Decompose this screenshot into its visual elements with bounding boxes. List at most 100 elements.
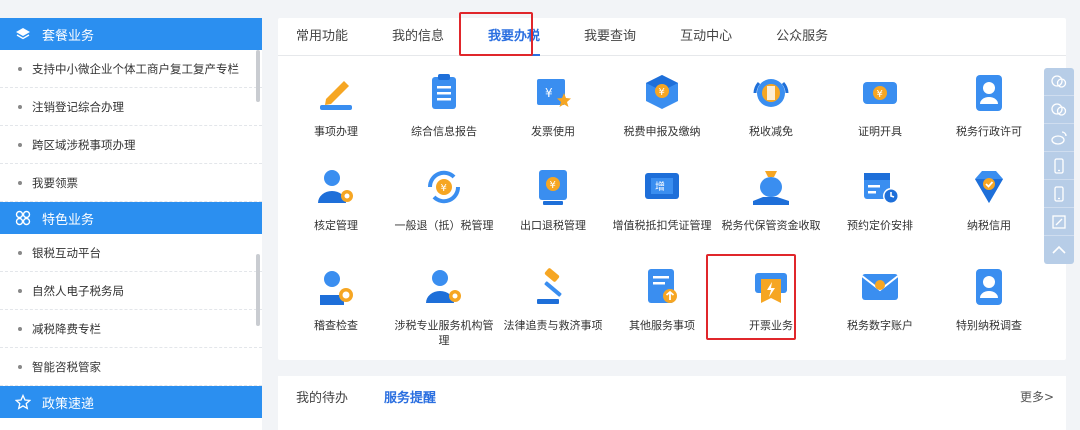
service-label: 税务数字账户 (847, 319, 913, 332)
service-item[interactable]: 税收减免 (715, 70, 827, 139)
service-item[interactable]: 预约定价安排 (824, 164, 936, 233)
box-yuan-icon: ¥ (639, 70, 685, 116)
service-item[interactable]: 核定管理 (280, 164, 392, 233)
section-title: 套餐业务 (42, 28, 95, 44)
tab-tax-handling[interactable]: 我要办税 (488, 18, 541, 56)
sidebar-item-bank-tax[interactable]: 银税互动平台 (0, 234, 262, 272)
service-item[interactable]: ¥ 出口退税管理 (497, 164, 609, 233)
section-title: 特色业务 (42, 212, 95, 228)
service-item[interactable]: ¥ 证明开具 (824, 70, 936, 139)
weibo-icon[interactable] (1044, 124, 1074, 152)
scrollbar-thumb[interactable] (256, 50, 260, 102)
service-item[interactable]: ¥ 一般退（抵）税管理 (388, 164, 500, 233)
chat-icon[interactable] (1044, 96, 1074, 124)
tab-my-info[interactable]: 我的信息 (392, 18, 444, 56)
sidebar-item-natural-person[interactable]: 自然人电子税务局 (0, 272, 262, 310)
tab-interaction[interactable]: 互动中心 (680, 18, 732, 56)
section-header-featured[interactable]: 特色业务 (0, 202, 262, 234)
service-item[interactable]: ¥ 税费申报及缴纳 (606, 70, 718, 139)
tax-relief-icon (748, 70, 794, 116)
sidebar-item-label: 自然人电子税务局 (32, 283, 124, 298)
sidebar-item-label: 注销登记综合办理 (32, 99, 124, 114)
service-label: 一般退（抵）税管理 (394, 219, 494, 232)
sidebar-item-label: 跨区域涉税事项办理 (32, 137, 136, 152)
service-label: 开票业务 (749, 319, 793, 332)
service-label: 预约定价安排 (847, 219, 913, 232)
tab-public-service[interactable]: 公众服务 (776, 18, 828, 56)
tab-common[interactable]: 常用功能 (296, 18, 348, 56)
bullet-dot (18, 364, 22, 369)
yuan-refresh-icon: ¥ (421, 164, 467, 210)
certificate-ticket-icon: ¥ (857, 70, 903, 116)
tab-service-reminder[interactable]: 服务提醒 (384, 387, 436, 406)
service-label: 税务代保管资金收取 (721, 219, 821, 232)
service-label: 特别纳税调查 (956, 319, 1022, 332)
service-item[interactable]: ¥ 发票使用 (497, 70, 609, 139)
person-search-icon (313, 264, 359, 310)
sidebar-item-get-invoice[interactable]: 我要领票 (0, 164, 262, 202)
left-sidebar: 套餐业务 支持中小微企业个体工商户复工复产专栏 注销登记综合办理 跨区域涉税事项… (0, 18, 262, 430)
sidebar-item-resume-work[interactable]: 支持中小微企业个体工商户复工复产专栏 (0, 50, 262, 88)
service-label: 税务行政许可 (956, 125, 1022, 138)
svg-text:¥: ¥ (659, 87, 665, 98)
sidebar-item-cross-region[interactable]: 跨区域涉税事项办理 (0, 126, 262, 164)
tab-my-todo[interactable]: 我的待办 (296, 387, 348, 406)
badge-person-icon (966, 264, 1012, 310)
sidebar-item-label: 支持中小微企业个体工商户复工复产专栏 (32, 61, 239, 76)
calendar-clock-icon (857, 164, 903, 210)
export-yuan-icon: ¥ (530, 164, 576, 210)
clipboard-report-icon (421, 70, 467, 116)
sidebar-item-tax-cut[interactable]: 减税降费专栏 (0, 310, 262, 348)
service-item[interactable]: 税务代保管资金收取 (715, 164, 827, 233)
edit-icon[interactable] (1044, 208, 1074, 236)
more-link[interactable]: 更多> (1020, 388, 1054, 405)
service-label: 法律追责与救济事项 (503, 319, 603, 332)
service-label: 事项办理 (314, 125, 358, 138)
section-header-package[interactable]: 套餐业务 (0, 18, 262, 50)
bullet-dot (18, 250, 22, 255)
bullet-dot (18, 326, 22, 331)
invoice-bolt-icon (748, 264, 794, 310)
grid-icon (14, 209, 32, 227)
service-label: 证明开具 (858, 125, 902, 138)
vat-ticket-icon: 增 (639, 164, 685, 210)
service-item[interactable]: 法律追责与救济事项 (497, 264, 609, 333)
gavel-icon (530, 264, 576, 310)
svg-text:¥: ¥ (545, 86, 553, 100)
layers-icon (14, 25, 32, 43)
service-label: 税收减免 (749, 125, 793, 138)
service-item[interactable]: 其他服务事项 (606, 264, 718, 333)
service-item[interactable]: 稽查检查 (280, 264, 392, 333)
service-item[interactable]: 综合信息报告 (388, 70, 500, 139)
up-arrow-icon[interactable] (1044, 236, 1074, 264)
service-item[interactable]: 纳税信用 (933, 164, 1045, 233)
person-gear-icon (313, 164, 359, 210)
svg-text:¥: ¥ (550, 180, 556, 191)
sidebar-item-label: 减税降费专栏 (32, 321, 101, 336)
badge-person-icon (966, 70, 1012, 116)
service-item[interactable]: 涉税专业服务机构管理 (388, 264, 500, 348)
bullet-dot (18, 66, 22, 71)
bullet-dot (18, 104, 22, 109)
chat-icon[interactable] (1044, 68, 1074, 96)
mobile-icon[interactable] (1044, 180, 1074, 208)
service-item[interactable]: 特别纳税调查 (933, 264, 1045, 333)
service-item[interactable]: 开票业务 (715, 264, 827, 333)
service-item[interactable]: 增增值税抵扣凭证管理 (606, 164, 718, 233)
service-item[interactable]: 税务数字账户 (824, 264, 936, 333)
mobile-icon[interactable] (1044, 152, 1074, 180)
document-up-icon (639, 264, 685, 310)
star-icon (14, 393, 32, 411)
sidebar-item-deregistration[interactable]: 注销登记综合办理 (0, 88, 262, 126)
diamond-check-icon (966, 164, 1012, 210)
service-label: 其他服务事项 (629, 319, 695, 332)
svg-text:¥: ¥ (877, 89, 883, 100)
tab-query[interactable]: 我要查询 (584, 18, 636, 56)
sidebar-item-smart-advisor[interactable]: 智能咨税管家 (0, 348, 262, 386)
scrollbar-thumb[interactable] (256, 254, 260, 326)
section-header-policy[interactable]: 政策速递 (0, 386, 262, 418)
service-item[interactable]: 税务行政许可 (933, 70, 1045, 139)
service-item[interactable]: 事项办理 (280, 70, 392, 139)
bullet-dot (18, 142, 22, 147)
bullet-dot (18, 180, 22, 185)
